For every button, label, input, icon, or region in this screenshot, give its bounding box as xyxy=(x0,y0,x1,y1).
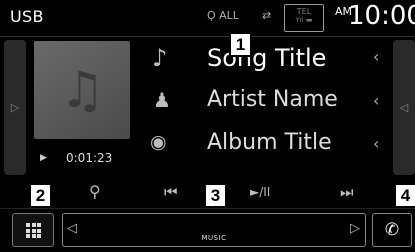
clock: 10:00 xyxy=(348,1,415,31)
album-icon: ◉ xyxy=(150,131,167,153)
source-label[interactable]: USB xyxy=(10,7,44,26)
song-icon: ♪ xyxy=(152,44,168,72)
album-chevron-icon[interactable]: ‹ xyxy=(373,134,379,153)
tel-label: TEL xyxy=(296,7,312,16)
song-chevron-icon[interactable]: ‹ xyxy=(373,47,379,66)
callout-2: 2 xyxy=(29,183,52,208)
phone-icon: ✆ xyxy=(384,220,400,240)
repeat-all-icon: Ϙ ALL xyxy=(207,9,239,22)
screen: USB Ϙ ALL ⇄ TEL Yıl ▬ AM 10:00 ▷ ◁ ♫ ♪ S… xyxy=(0,0,415,252)
left-panel-arrow-icon: ▷ xyxy=(10,101,20,114)
divider xyxy=(0,208,415,209)
right-panel-arrow-icon: ◁ xyxy=(399,101,409,114)
elapsed-time: 0:01:23 xyxy=(66,151,113,165)
left-panel-tab[interactable]: ▷ xyxy=(4,40,26,175)
song-title[interactable]: Song Title xyxy=(207,44,326,72)
grid-menu-icon xyxy=(26,223,41,238)
media-bar-label: MUSIC xyxy=(201,234,227,242)
divider xyxy=(0,36,415,37)
shuffle-icon: ⇄ xyxy=(262,9,272,22)
music-note-icon: ♫ xyxy=(60,61,105,119)
artist-chevron-icon[interactable]: ‹ xyxy=(373,91,379,110)
play-state-icon: ▶ xyxy=(40,153,47,163)
media-control-bar[interactable]: ◁ MUSIC ▷ xyxy=(62,213,366,247)
callout-1: 1 xyxy=(229,32,252,57)
search-icon[interactable]: ⚲ xyxy=(89,182,101,201)
previous-track-icon[interactable]: ⏮ xyxy=(164,183,178,201)
play-pause-icon[interactable]: ►/II xyxy=(250,185,270,199)
artist-icon: ♟ xyxy=(153,88,171,112)
next-track-icon[interactable]: ⏭ xyxy=(340,183,354,201)
menu-button[interactable] xyxy=(12,213,54,247)
top-bar: USB Ϙ ALL ⇄ TEL Yıl ▬ AM 10:00 xyxy=(0,0,415,36)
tel-status-icon: TEL Yıl ▬ xyxy=(284,4,324,32)
signal-battery-icon: Yıl ▬ xyxy=(295,16,313,24)
artist-name[interactable]: Artist Name xyxy=(207,87,338,112)
media-bar-right-arrow-icon[interactable]: ▷ xyxy=(350,221,360,236)
callout-4: 4 xyxy=(394,183,415,208)
phone-button[interactable]: ✆ xyxy=(372,213,412,247)
right-panel-tab[interactable]: ◁ xyxy=(393,40,415,175)
album-artwork[interactable]: ♫ xyxy=(34,41,130,139)
callout-3: 3 xyxy=(204,183,227,208)
album-title[interactable]: Album Title xyxy=(207,130,332,155)
